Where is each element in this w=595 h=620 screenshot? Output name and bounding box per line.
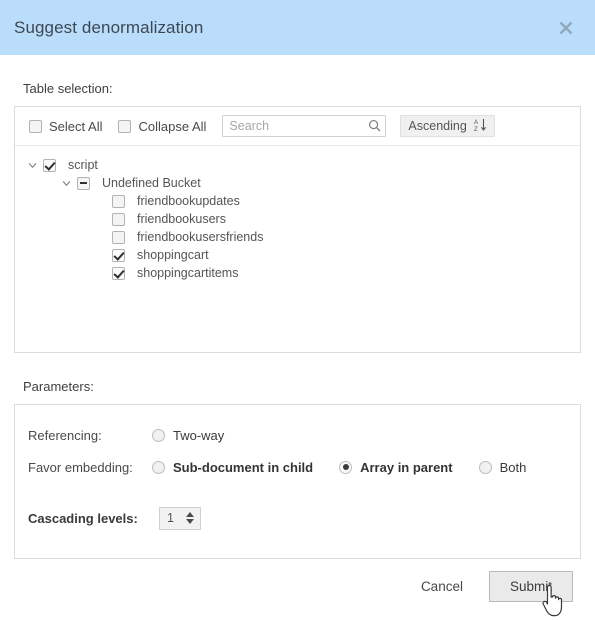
cascading-levels-row: Cascading levels: 1 [15,505,580,531]
tree-item-label: script [68,158,98,172]
tree-item-checkbox[interactable] [112,194,125,208]
svg-text:A: A [474,120,478,126]
favor-embedding-row: Favor embedding: Sub-document in child Ar… [15,451,580,483]
parameters-label: Parameters: [23,379,94,394]
tree-item-checkbox[interactable] [77,176,90,190]
collapse-all-label: Collapse All [138,118,207,134]
collapse-all-checkbox[interactable]: Collapse All [118,119,206,134]
tree-item-checkbox[interactable] [112,230,125,244]
sort-order-select[interactable]: Ascending A Z [400,115,495,137]
tree-item-checkbox[interactable] [43,158,56,172]
search-input[interactable] [222,115,387,137]
tree-item-checkbox[interactable] [112,266,125,280]
tree-item-label: shoppingcartitems [137,266,239,280]
svg-text:Z: Z [474,127,478,132]
table-selection-label: Table selection: [23,81,113,96]
tree-item-script[interactable]: script [15,156,580,174]
favor-embedding-option-both[interactable]: Both [478,459,527,475]
dialog-body: Table selection: Select All Collapse All [0,81,595,559]
referencing-radio-group: Two-way [152,428,250,443]
tree-item-checkbox[interactable] [112,212,125,226]
table-selection-panel: Select All Collapse All Ascending [14,106,581,353]
parameters-panel: Referencing: Two-way Favor embedding: Su… [14,404,581,559]
stepper-up-icon[interactable] [186,512,194,517]
radio-button[interactable] [478,460,492,474]
radio-button[interactable] [339,460,353,474]
radio-label: Two-way [173,427,225,443]
favor-embedding-option-array-in-parent[interactable]: Array in parent [339,459,453,475]
dialog-footer: Cancel Submit [0,555,595,617]
radio-label: Array in parent [360,459,453,475]
tree-item-label: friendbookupdates [137,194,240,208]
cancel-button[interactable]: Cancel [411,573,473,600]
radio-button[interactable] [152,428,165,442]
tree-item-shoppingcart[interactable]: shoppingcart [15,246,580,264]
chevron-down-icon[interactable] [61,178,71,188]
radio-label: Both [499,459,527,475]
dialog-title: Suggest denormalization [14,17,204,37]
sort-order-label: Ascending [408,119,467,133]
radio-button[interactable] [152,460,165,474]
referencing-label: Referencing: [28,427,102,443]
select-all-checkbox-box[interactable] [29,119,42,133]
collapse-all-checkbox-box[interactable] [118,119,132,133]
select-all-checkbox[interactable]: Select All [29,119,102,134]
table-toolbar: Select All Collapse All Ascending [15,107,580,146]
tree-item-shoppingcartitems[interactable]: shoppingcartitems [15,264,580,282]
cascading-levels-stepper[interactable]: 1 [159,506,201,530]
search-field [222,115,387,137]
tree-item-label: friendbookusers [137,212,226,226]
submit-button[interactable]: Submit [488,570,573,602]
referencing-option-two-way[interactable]: Two-way [152,428,224,443]
favor-embedding-option-sub-document-in-child[interactable]: Sub-document in child [152,460,313,475]
radio-label: Sub-document in child [173,459,314,475]
tree-item-friendbookupdates[interactable]: friendbookupdates [15,192,580,210]
close-icon[interactable] [555,17,577,39]
cascading-levels-value: 1 [167,511,174,525]
tree-item-checkbox[interactable] [112,248,125,262]
referencing-row: Referencing: Two-way [15,419,580,451]
select-all-label: Select All [49,118,103,134]
tree-item-undefined-bucket[interactable]: Undefined Bucket [15,174,580,192]
tree-item-friendbookusers[interactable]: friendbookusers [15,210,580,228]
dialog-header: Suggest denormalization [0,0,595,55]
tree-item-label: friendbookusersfriends [137,230,264,244]
table-tree: script Undefined Bucket friendbookupdates f… [15,146,580,282]
favor-embedding-label: Favor embedding: [28,459,133,475]
stepper-down-icon[interactable] [186,519,194,524]
tree-item-label: shoppingcart [137,248,209,262]
cascading-levels-label: Cascading levels: [28,510,138,526]
chevron-down-icon[interactable] [27,160,37,170]
favor-embedding-radio-group: Sub-document in child Array in parent Both [152,460,552,475]
tree-item-friendbookusersfriends[interactable]: friendbookusersfriends [15,228,580,246]
tree-item-label: Undefined Bucket [102,176,201,190]
cascading-levels-arrows[interactable] [183,512,200,524]
sort-az-descending-icon: A Z [474,118,487,135]
